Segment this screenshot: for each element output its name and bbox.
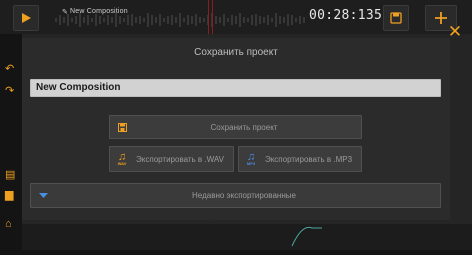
- recently-exported-button[interactable]: Недавно экспортированные: [30, 183, 441, 208]
- mp3-badge: MP3: [246, 161, 256, 166]
- music-note-icon: ♫ WAV: [117, 151, 127, 166]
- export-wav-label: Экспортировать в .WAV: [136, 154, 224, 164]
- song-title[interactable]: New Composition: [70, 8, 128, 15]
- export-mp3-label: Экспортировать в .MP3: [264, 154, 353, 164]
- save-project-button[interactable]: Сохранить проект: [109, 115, 362, 139]
- pencil-icon[interactable]: ✎: [62, 8, 68, 16]
- play-button[interactable]: [13, 5, 39, 31]
- project-name-input[interactable]: New Composition: [30, 79, 441, 97]
- undo-icon[interactable]: ↶: [5, 62, 14, 75]
- redo-icon[interactable]: ↷: [5, 84, 14, 97]
- time-display: 00:28:135: [309, 8, 383, 23]
- chevron-down-icon: [38, 189, 48, 203]
- wav-badge: WAV: [117, 161, 127, 166]
- save-icon: [117, 120, 127, 134]
- export-mp3-button[interactable]: ♫ MP3 Экспортировать в .MP3: [238, 146, 362, 172]
- file-icon[interactable]: ▤: [5, 168, 15, 181]
- close-button[interactable]: ✕: [445, 22, 465, 42]
- folder-icon[interactable]: ▆: [5, 188, 13, 201]
- home-icon[interactable]: ⌂: [5, 218, 12, 230]
- play-icon: [22, 13, 31, 23]
- top-toolbar: ✎ New Composition 00:28:135: [0, 0, 472, 34]
- track-curve: [291, 226, 322, 247]
- recently-exported-label: Недавно экспортированные: [192, 191, 296, 200]
- track-area: [22, 222, 472, 250]
- music-note-icon: ♫ MP3: [246, 151, 256, 166]
- save-toolbar-button[interactable]: [383, 5, 409, 31]
- save-icon: [390, 12, 402, 24]
- save-project-label: Сохранить проект: [210, 122, 278, 132]
- export-wav-button[interactable]: ♫ WAV Экспортировать в .WAV: [109, 146, 234, 172]
- dialog-title: Сохранить проект: [194, 47, 278, 58]
- close-icon: ✕: [447, 22, 463, 41]
